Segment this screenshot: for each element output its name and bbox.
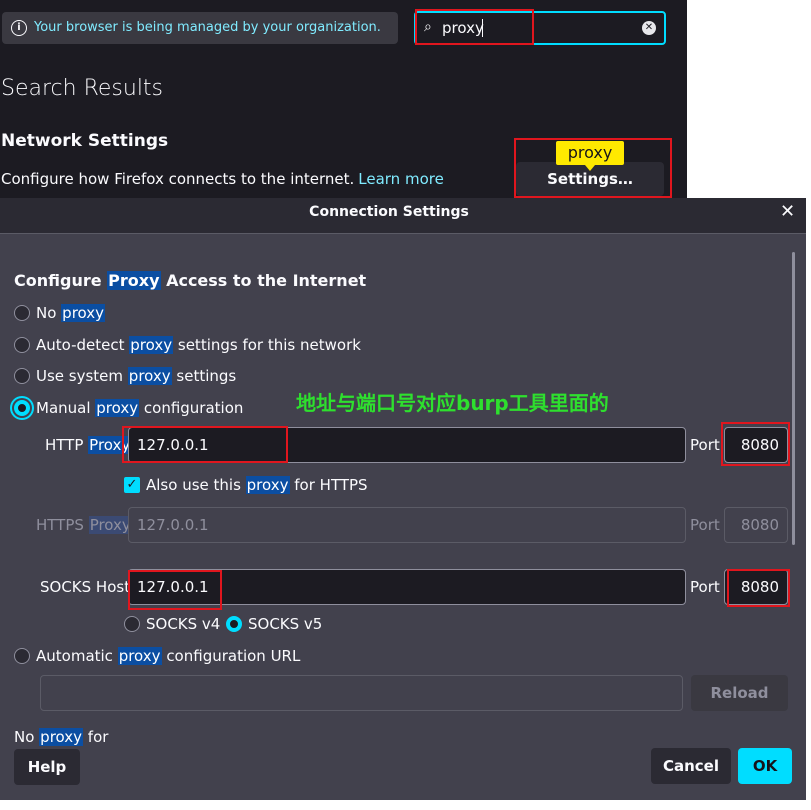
socks-port-label: Port (690, 578, 720, 596)
https-port-label: Port (690, 516, 720, 534)
annotation-note: 地址与端口号对应burp工具里面的 (296, 391, 609, 415)
radio-socks-v4[interactable]: SOCKS v4 (124, 614, 220, 634)
radio-button-selected[interactable] (14, 400, 30, 416)
radio-button-selected[interactable] (226, 616, 242, 632)
radio-manual-proxy-label: Manual proxy configuration (36, 399, 244, 417)
help-button[interactable]: Help (14, 749, 80, 785)
radio-no-proxy[interactable]: No proxy (14, 303, 106, 323)
socks-host-label: SOCKS Host (40, 578, 131, 596)
checkbox-checked[interactable]: ✓ (124, 477, 140, 493)
info-icon: i (11, 20, 27, 36)
network-description-text: Configure how Firefox connects to the in… (1, 170, 355, 188)
annotation-box-http (122, 426, 288, 463)
clear-search-icon[interactable]: ✕ (642, 21, 656, 35)
https-port-input: 8080 (724, 507, 788, 543)
radio-auto-detect-label: Auto-detect proxy settings for this netw… (36, 336, 361, 354)
managed-notice[interactable]: i Your browser is being managed by your … (2, 12, 398, 44)
search-results-title: Search Results (1, 76, 164, 101)
socks-v4-label: SOCKS v4 (146, 615, 221, 633)
https-proxy-label: HTTPS Proxy (36, 516, 132, 534)
proxy-config-heading: Configure Proxy Access to the Internet (14, 271, 367, 290)
radio-no-proxy-label: No proxy (36, 304, 106, 322)
radio-auto-config-label: Automatic proxy configuration URL (36, 647, 301, 665)
radio-auto-detect[interactable]: Auto-detect proxy settings for this netw… (14, 335, 361, 355)
annotation-box-search (415, 9, 534, 45)
http-port-label: Port (690, 436, 720, 454)
radio-button[interactable] (124, 616, 140, 632)
radio-button[interactable] (14, 305, 30, 321)
radio-system-proxy-label: Use system proxy settings (36, 367, 237, 385)
dialog-scrollbar[interactable] (792, 252, 795, 545)
radio-manual-proxy[interactable]: Manual proxy configuration (14, 398, 243, 418)
cancel-button[interactable]: Cancel (651, 748, 731, 784)
annotation-box-socks-port (727, 569, 790, 607)
radio-button[interactable] (14, 368, 30, 384)
annotation-box-settings (514, 138, 672, 198)
socks-v5-label: SOCKS v5 (248, 615, 323, 633)
auto-config-url-input (40, 675, 683, 711)
radio-auto-config-url[interactable]: Automatic proxy configuration URL (14, 646, 300, 666)
close-icon[interactable]: ✕ (780, 201, 795, 222)
no-proxy-for-label: No proxy for (14, 728, 109, 746)
radio-button[interactable] (14, 648, 30, 664)
network-settings-description: Configure how Firefox connects to the in… (1, 170, 444, 188)
reload-button: Reload (691, 675, 788, 711)
radio-socks-v5[interactable]: SOCKS v5 (226, 614, 322, 634)
http-proxy-label: HTTP Proxy (45, 436, 132, 454)
network-settings-title: Network Settings (1, 131, 169, 151)
learn-more-link[interactable]: Learn more (358, 170, 444, 188)
https-proxy-input: 127.0.0.1 (128, 507, 686, 543)
radio-system-proxy[interactable]: Use system proxy settings (14, 366, 236, 386)
page-margin (687, 0, 811, 200)
annotation-box-socks (128, 570, 222, 610)
annotation-box-http-port (721, 422, 790, 466)
also-https-label: Also use this proxy for HTTPS (146, 476, 368, 494)
radio-button[interactable] (14, 337, 30, 353)
managed-notice-text: Your browser is being managed by your or… (34, 20, 381, 35)
ok-button[interactable]: OK (738, 748, 792, 784)
dialog-title: Connection Settings (309, 204, 469, 220)
